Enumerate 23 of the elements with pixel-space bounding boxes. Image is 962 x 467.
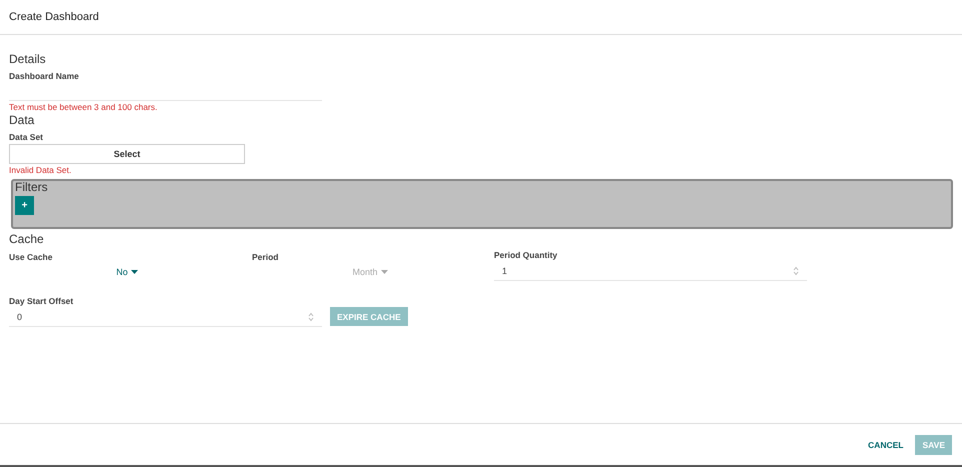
error-message: Invalid Data Set. [9, 165, 72, 176]
use-cache-dropdown[interactable]: No [114, 265, 140, 279]
field-label: Use Cache [9, 252, 54, 263]
section-heading: Data [9, 113, 36, 127]
field-label: Data Set [9, 132, 44, 143]
period-quantity-field[interactable]: 1 [494, 262, 807, 281]
select-button[interactable]: Select [9, 144, 245, 164]
day-start-offset-field[interactable]: 0 [9, 308, 322, 327]
spinner-icon [793, 266, 799, 276]
panel-heading: Filters [15, 181, 48, 194]
section-heading: Cache [9, 232, 45, 246]
caret-icon [130, 270, 138, 274]
window-title: Create Dashboard [9, 11, 99, 23]
field-label: Period [252, 252, 280, 263]
spinner-icon [308, 312, 314, 322]
error-message: Text must be between 3 and 100 chars. [9, 102, 158, 113]
field-label: Period Quantity [494, 250, 558, 261]
field-label: Dashboard Name [9, 71, 80, 82]
add-button[interactable]: + [15, 196, 34, 215]
cancel-button[interactable]: CANCEL [862, 438, 910, 450]
field-label: Day Start Offset [9, 296, 74, 307]
section-heading: Details [9, 52, 47, 66]
caret-icon [380, 270, 388, 274]
